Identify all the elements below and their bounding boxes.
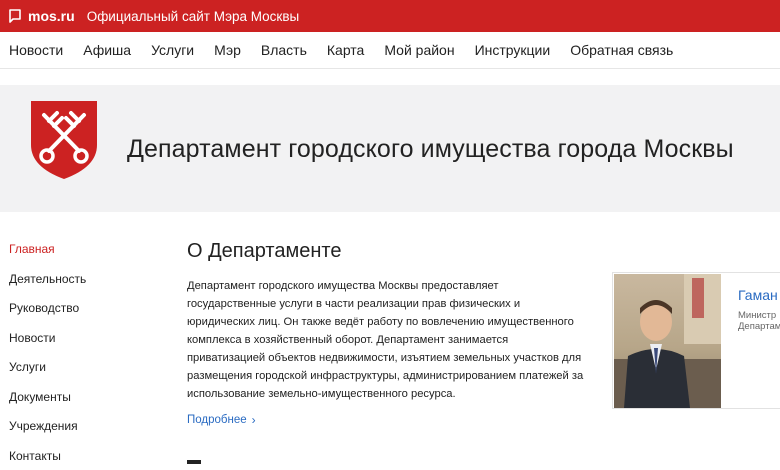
more-link[interactable]: Подробнее ›	[187, 413, 256, 427]
crossed-keys-emblem	[29, 99, 99, 181]
sidebar-item-activity[interactable]: Деятельность	[9, 270, 86, 300]
nav-item-afisha[interactable]: Афиша	[83, 42, 131, 58]
sidebar-item-documents[interactable]: Документы	[9, 388, 86, 418]
sidebar-item-management[interactable]: Руководство	[9, 299, 86, 329]
nav-item-map[interactable]: Карта	[327, 42, 364, 58]
nav-item-government[interactable]: Власть	[261, 42, 307, 58]
department-header: Департамент городского имущества города …	[0, 85, 780, 212]
sidebar-menu: Главная Деятельность Руководство Новости…	[9, 240, 86, 470]
head-card[interactable]: Гаман Министр Департам	[612, 272, 780, 409]
head-photo	[614, 274, 721, 408]
about-line: государственные услуги в части реализаци…	[187, 298, 521, 310]
mos-logo-icon[interactable]	[9, 9, 21, 23]
about-line: Департамент городского имущества Москвы …	[187, 280, 499, 292]
top-bar: mos.ru Официальный сайт Мэра Москвы	[0, 0, 780, 32]
sidebar-item-news[interactable]: Новости	[9, 329, 86, 359]
sidebar-item-institutions[interactable]: Учреждения	[9, 417, 86, 447]
head-role-line: Департам	[738, 321, 780, 332]
sidebar-item-services[interactable]: Услуги	[9, 358, 86, 388]
about-line: юридических лиц. Он также ведёт работу п…	[187, 316, 574, 328]
nav-item-mayor[interactable]: Мэр	[214, 42, 241, 58]
site-subtitle-link[interactable]: Официальный сайт Мэра Москвы	[87, 9, 300, 24]
nav-item-news[interactable]: Новости	[9, 42, 63, 58]
head-role-line: Министр	[738, 310, 777, 321]
about-line: комплекса в хозяйственный оборот. Департ…	[187, 334, 509, 346]
about-line: размещения городской инфраструктуры, адм…	[187, 370, 584, 382]
sidebar-item-contacts[interactable]: Контакты	[9, 447, 86, 470]
about-description: Департамент городского имущества Москвы …	[187, 277, 597, 403]
site-name-link[interactable]: mos.ru	[28, 8, 75, 24]
nav-item-services[interactable]: Услуги	[151, 42, 194, 58]
head-name[interactable]: Гаман	[738, 287, 778, 303]
next-section-heading-fragment	[187, 460, 201, 464]
page-title: Департамент городского имущества города …	[127, 135, 734, 163]
nav-item-instructions[interactable]: Инструкции	[475, 42, 551, 58]
about-heading: О Департаменте	[187, 240, 342, 262]
about-line: приватизацией объектов недвижимости, изъ…	[187, 352, 582, 364]
about-section: О Департаменте Департамент городского им…	[187, 240, 597, 428]
main-navigation: Новости Афиша Услуги Мэр Власть Карта Мо…	[0, 32, 780, 69]
head-role: Министр Департам	[738, 310, 780, 332]
sidebar-item-home[interactable]: Главная	[9, 240, 86, 270]
nav-item-feedback[interactable]: Обратная связь	[570, 42, 673, 58]
about-line: использование земельно-имущественного ре…	[187, 388, 456, 400]
more-link-label: Подробнее	[187, 414, 247, 426]
nav-item-my-district[interactable]: Мой район	[384, 42, 454, 58]
chevron-right-icon: ›	[251, 413, 256, 427]
